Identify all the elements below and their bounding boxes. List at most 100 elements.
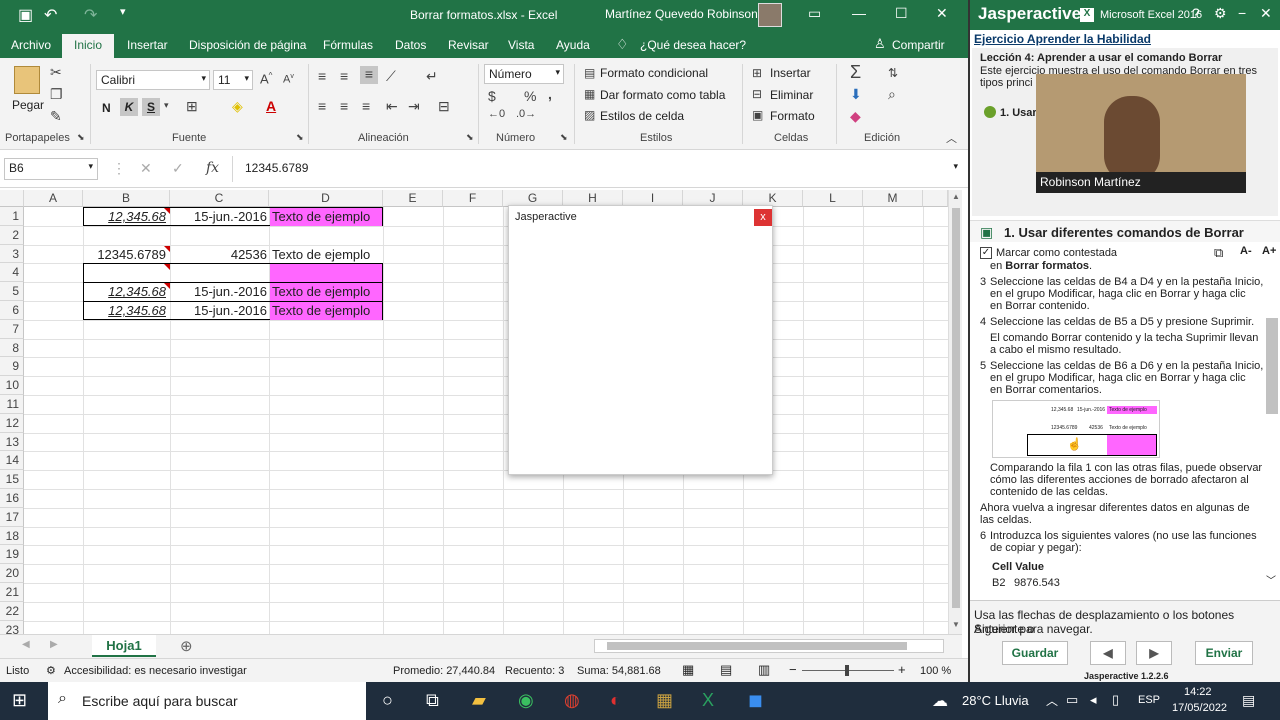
row-header[interactable]: 7 <box>0 319 24 339</box>
tab-insertar[interactable]: Insertar <box>127 38 168 52</box>
chrome-icon[interactable]: ◍ <box>564 690 580 711</box>
collapse-ribbon-icon[interactable]: ︿ <box>946 130 957 146</box>
tab-disposicion[interactable]: Disposición de página <box>189 38 306 52</box>
underline-button[interactable]: S <box>142 98 160 116</box>
cell-styles-button[interactable]: Estilos de celda <box>600 109 684 123</box>
tray-chevron-icon[interactable]: ︿ <box>1046 692 1058 709</box>
font-name-select[interactable]: Calibri ▾ <box>96 70 210 90</box>
cell-d1[interactable]: Texto de ejemplo <box>270 208 382 226</box>
font-color-icon[interactable]: A <box>266 98 276 114</box>
cell-b5[interactable]: 12,345.68 <box>84 283 166 301</box>
align-right-icon[interactable]: ≡ <box>362 98 370 114</box>
ribbon-display-icon[interactable]: ▭ <box>808 5 821 22</box>
decrease-indent-icon[interactable]: ⇤ <box>386 98 398 115</box>
row-header[interactable]: 18 <box>0 526 24 546</box>
zoom-taskbar-icon[interactable]: ◼ <box>748 690 763 711</box>
cell-d6[interactable]: Texto de ejemplo <box>270 302 382 320</box>
row-header[interactable]: 10 <box>0 376 24 395</box>
settings-icon[interactable]: ⚙ <box>1214 5 1227 22</box>
align-left-icon[interactable]: ≡ <box>318 98 326 114</box>
cell-b1[interactable]: 12,345.68 <box>84 208 166 226</box>
weather[interactable]: 28°C Lluvia <box>962 693 1029 708</box>
translate-icon[interactable]: ⧉ <box>1214 245 1223 261</box>
row-header[interactable]: 3 <box>0 244 24 264</box>
name-box[interactable]: B6 ▾ <box>4 158 98 180</box>
cell-b4[interactable] <box>84 264 169 282</box>
notifications-icon[interactable]: ▤ <box>1242 692 1255 709</box>
tab-revisar[interactable]: Revisar <box>448 38 489 52</box>
row-header[interactable]: 6 <box>0 301 24 320</box>
font-size-select[interactable]: 11 ▾ <box>213 70 253 90</box>
row-header[interactable]: 12 <box>0 413 24 433</box>
zoom-out-icon[interactable]: − <box>789 662 797 677</box>
align-top-icon[interactable]: ≡ <box>318 68 326 84</box>
mark-answered-checkbox[interactable]: ✓ <box>980 247 992 259</box>
row-header[interactable]: 14 <box>0 451 24 471</box>
alignment-launcher-icon[interactable]: ⬊ <box>466 132 474 143</box>
align-middle-icon[interactable]: ≡ <box>340 68 348 84</box>
decrease-font-icon[interactable]: Av <box>283 73 294 86</box>
next-sheet-icon[interactable]: ▶ <box>50 639 58 650</box>
app-icon[interactable]: ▦ <box>656 690 673 711</box>
file-explorer-icon[interactable]: ▰ <box>472 690 486 711</box>
instructions-scroll[interactable]: en Borrar formatos. 3 Seleccione las cel… <box>970 260 1266 598</box>
accessibility-status[interactable]: Accesibilidad: es necesario investigar <box>64 665 247 677</box>
currency-icon[interactable]: $ <box>488 88 496 104</box>
cell-c3[interactable]: 42536 <box>171 246 267 264</box>
column-header[interactable]: A <box>24 190 83 207</box>
row-header[interactable]: 19 <box>0 545 24 565</box>
confirm-entry-icon[interactable]: ✓ <box>172 160 184 177</box>
font-smaller-button[interactable]: A- <box>1240 245 1252 257</box>
find-icon[interactable]: ⌕ <box>888 86 896 103</box>
row-header[interactable]: 16 <box>0 489 24 508</box>
vertical-scrollbar[interactable]: ▲ ▼ <box>948 190 962 634</box>
increase-font-icon[interactable]: A^ <box>260 71 272 86</box>
column-header[interactable]: E <box>383 190 443 207</box>
copy-icon[interactable]: ❐ <box>50 86 63 103</box>
cell-c6[interactable]: 15-jun.-2016 <box>171 302 267 320</box>
panel-scroll-down-icon[interactable]: ﹀ <box>1266 572 1276 587</box>
next-button[interactable]: ▶ <box>1136 641 1172 665</box>
save-icon[interactable]: ▣ <box>18 5 33 25</box>
merge-center-icon[interactable]: ⊟ <box>438 98 450 115</box>
row-header[interactable]: 11 <box>0 395 24 414</box>
taskbar-search[interactable]: ⌕ Escribe aquí para buscar <box>48 682 366 720</box>
user-name[interactable]: Martínez Quevedo Robinson <box>605 7 758 21</box>
minimize-icon[interactable]: — <box>852 5 866 21</box>
page-break-icon[interactable]: ▥ <box>758 662 770 678</box>
share-button[interactable]: Compartir <box>892 38 945 52</box>
add-sheet-icon[interactable]: ⊕ <box>180 637 193 655</box>
tell-me-input[interactable]: ¿Qué desea hacer? <box>640 38 746 52</box>
customize-toolbar-icon[interactable]: ▾ <box>120 5 126 18</box>
insert-cells-icon[interactable]: ⊞ <box>752 66 762 80</box>
jasperactive-dialog[interactable]: Jasperactive x <box>508 205 773 475</box>
column-header[interactable]: C <box>170 190 269 207</box>
send-button[interactable]: Enviar <box>1195 641 1253 665</box>
cell-styles-icon[interactable]: ▨ <box>584 108 595 122</box>
panel-close-icon[interactable]: ✕ <box>1260 5 1272 22</box>
cell-b6[interactable]: 12,345.68 <box>84 302 166 320</box>
windows-start-icon[interactable]: ⊞ <box>12 690 27 711</box>
comma-style-icon[interactable]: , <box>548 86 552 102</box>
redo-icon[interactable]: ↷ <box>84 5 97 25</box>
column-header[interactable]: M <box>863 190 923 207</box>
tab-datos[interactable]: Datos <box>395 38 426 52</box>
align-bottom-icon[interactable]: ≡ <box>360 66 378 84</box>
spreadsheet-grid[interactable]: A B C D E F G H I J K L M 1 2 3 4 5 6 7 … <box>0 190 948 634</box>
sort-filter-icon[interactable]: ⇅ <box>888 66 898 80</box>
conditional-format-icon[interactable]: ▤ <box>584 66 595 80</box>
paste-button[interactable]: Pegar <box>12 98 44 112</box>
column-header[interactable]: F <box>443 190 503 207</box>
help-icon[interactable]: ? <box>1192 5 1200 21</box>
panel-minimize-icon[interactable]: − <box>1238 5 1246 21</box>
row-header[interactable]: 2 <box>0 225 24 245</box>
whatsapp-icon[interactable]: ◉ <box>518 690 534 711</box>
insert-function-icon[interactable]: fx <box>206 160 219 176</box>
tab-inicio[interactable]: Inicio <box>62 34 115 58</box>
cell-d5[interactable]: Texto de ejemplo <box>270 283 382 302</box>
fill-color-icon[interactable]: ◈ <box>232 98 243 115</box>
row-header[interactable]: 22 <box>0 601 24 621</box>
cortana-icon[interactable]: ○ <box>382 690 393 711</box>
column-header[interactable] <box>923 190 948 207</box>
horizontal-scrollbar[interactable] <box>594 639 944 653</box>
